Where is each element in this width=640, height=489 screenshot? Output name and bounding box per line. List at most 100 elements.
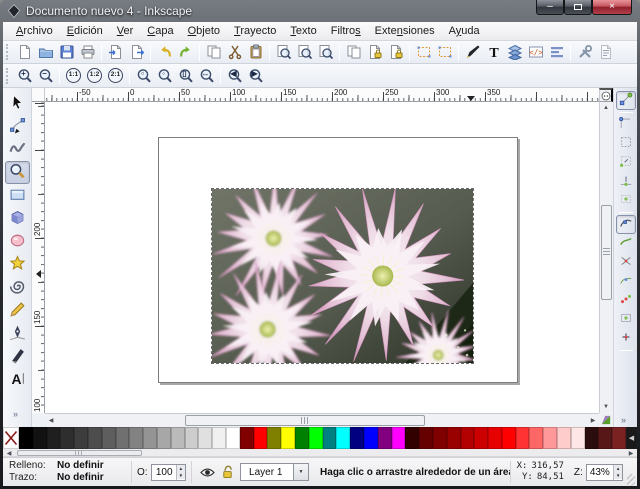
palette-swatch[interactable] bbox=[47, 427, 61, 449]
zoom-drawing-button[interactable] bbox=[294, 42, 315, 63]
palette-swatch[interactable] bbox=[516, 427, 530, 449]
scroll-right-button[interactable]: ▶ bbox=[587, 414, 599, 426]
tool-selector[interactable] bbox=[5, 92, 30, 115]
palette-swatch[interactable] bbox=[474, 427, 488, 449]
zoom-next-button[interactable]: ▶ bbox=[245, 65, 266, 86]
palette-scrollbar-thumb[interactable] bbox=[17, 450, 142, 456]
palette-swatch[interactable] bbox=[433, 427, 447, 449]
tool-zoom[interactable] bbox=[5, 161, 30, 184]
scroll-down-button[interactable]: ▼ bbox=[600, 401, 612, 413]
palette-swatch[interactable] bbox=[74, 427, 88, 449]
menu-item-archivo[interactable]: Archivo bbox=[9, 23, 60, 39]
tool-rectangle[interactable] bbox=[5, 184, 30, 207]
palette-swatch[interactable] bbox=[323, 427, 337, 449]
zoom-1-1-button[interactable]: 1:1 bbox=[63, 65, 84, 86]
paste-button[interactable] bbox=[245, 42, 266, 63]
zoom-page-button[interactable] bbox=[315, 42, 336, 63]
layer-dropdown-button[interactable]: ▼ bbox=[293, 464, 308, 480]
palette-swatch[interactable] bbox=[88, 427, 102, 449]
palette-swatch[interactable] bbox=[157, 427, 171, 449]
palette-scroll-left-button[interactable]: ◀ bbox=[626, 427, 637, 449]
palette-swatch[interactable] bbox=[116, 427, 130, 449]
palette-swatch[interactable] bbox=[19, 427, 33, 449]
tool-tweak[interactable] bbox=[5, 138, 30, 161]
zoom-selection-button[interactable]: ▫ bbox=[133, 65, 154, 86]
snap-paths[interactable] bbox=[616, 234, 636, 253]
close-button[interactable]: × bbox=[592, 0, 632, 15]
xml-editor-button[interactable] bbox=[525, 42, 546, 63]
palette-swatch[interactable] bbox=[185, 427, 199, 449]
palette-swatch[interactable] bbox=[378, 427, 392, 449]
tool-pencil[interactable] bbox=[5, 299, 30, 322]
palette-swatch[interactable] bbox=[350, 427, 364, 449]
snap-bbox-centers[interactable] bbox=[616, 191, 636, 210]
snap-bbox-midpoints[interactable] bbox=[616, 172, 636, 191]
palette-swatch[interactable] bbox=[392, 427, 406, 449]
snap-bbox-edges[interactable] bbox=[616, 134, 636, 153]
palette-swatch[interactable] bbox=[198, 427, 212, 449]
menu-item-ver[interactable]: Ver bbox=[110, 23, 141, 39]
palette-swatch[interactable] bbox=[502, 427, 516, 449]
zoom-page-width-button[interactable]: ↔ bbox=[196, 65, 217, 86]
clone-button[interactable] bbox=[364, 42, 385, 63]
palette-swatch[interactable] bbox=[571, 427, 585, 449]
edit-pattern-button[interactable] bbox=[434, 42, 455, 63]
text-dialog-button[interactable] bbox=[483, 42, 504, 63]
fill-stroke-button[interactable] bbox=[462, 42, 483, 63]
palette-swatch[interactable] bbox=[309, 427, 323, 449]
menu-item-extensiones[interactable]: Extensiones bbox=[368, 23, 442, 39]
fill-stroke-indicator[interactable]: Relleno:No definir Trazo:No definir bbox=[3, 460, 131, 484]
zoom-spinbox[interactable]: 43% ▲▼ bbox=[586, 464, 623, 481]
palette-swatch[interactable] bbox=[336, 427, 350, 449]
toolbox-overflow-button[interactable]: » bbox=[7, 408, 24, 420]
vertical-scrollbar-thumb[interactable] bbox=[601, 205, 612, 300]
palette-swatch[interactable] bbox=[60, 427, 74, 449]
vertical-ruler[interactable]: 20015010050 bbox=[32, 102, 45, 413]
menu-item-edicin[interactable]: Edición bbox=[60, 23, 110, 39]
tool-ellipse[interactable] bbox=[5, 230, 30, 253]
align-dialog-button[interactable] bbox=[546, 42, 567, 63]
snap-bbox[interactable] bbox=[616, 115, 636, 134]
unlink-clone-button[interactable] bbox=[385, 42, 406, 63]
cut-button[interactable] bbox=[224, 42, 245, 63]
snap-enable[interactable] bbox=[616, 91, 636, 110]
color-managed-view-toggle[interactable] bbox=[599, 413, 613, 427]
copy-button[interactable] bbox=[203, 42, 224, 63]
duplicate-button[interactable] bbox=[343, 42, 364, 63]
open-button[interactable] bbox=[35, 42, 56, 63]
tool-calligraphy[interactable] bbox=[5, 345, 30, 368]
horizontal-ruler[interactable]: -100-50050100150200250300350 bbox=[45, 88, 599, 102]
horizontal-scrollbar-thumb[interactable] bbox=[185, 415, 425, 426]
opacity-up-button[interactable]: ▲ bbox=[177, 465, 185, 472]
zoom-out-button[interactable]: − bbox=[35, 65, 56, 86]
layers-dialog-button[interactable] bbox=[504, 42, 525, 63]
redo-button[interactable] bbox=[175, 42, 196, 63]
palette-swatch[interactable] bbox=[102, 427, 116, 449]
zoom-1-2-button[interactable]: 1:2 bbox=[84, 65, 105, 86]
zoom-in-button[interactable]: + bbox=[14, 65, 35, 86]
zoom-drawing-button[interactable]: ◦ bbox=[154, 65, 175, 86]
zoom-page-button[interactable]: ▯ bbox=[175, 65, 196, 86]
document-properties-button[interactable] bbox=[595, 42, 616, 63]
tool-bezier[interactable] bbox=[5, 322, 30, 345]
palette-swatch[interactable] bbox=[240, 427, 254, 449]
tool-star[interactable] bbox=[5, 253, 30, 276]
palette-swatch[interactable] bbox=[598, 427, 612, 449]
sticky-zoom-toggle-button[interactable] bbox=[599, 88, 613, 102]
snap-cusp-nodes[interactable] bbox=[616, 272, 636, 291]
zoom-2-1-button[interactable]: 2:1 bbox=[105, 65, 126, 86]
drawing-canvas[interactable] bbox=[45, 102, 599, 413]
zoom-down-button[interactable]: ▼ bbox=[614, 472, 622, 479]
export-button[interactable] bbox=[126, 42, 147, 63]
snap-line-midpoints[interactable] bbox=[616, 291, 636, 310]
preferences-button[interactable] bbox=[574, 42, 595, 63]
palette-swatch[interactable] bbox=[585, 427, 599, 449]
snap-bbox-corners[interactable] bbox=[616, 153, 636, 172]
undo-button[interactable] bbox=[154, 42, 175, 63]
window-resize-grip[interactable] bbox=[627, 474, 635, 486]
menu-item-objeto[interactable]: Objeto bbox=[181, 23, 227, 39]
palette-swatch[interactable] bbox=[212, 427, 226, 449]
palette-swatch[interactable] bbox=[171, 427, 185, 449]
palette-swatch[interactable] bbox=[488, 427, 502, 449]
palette-swatch[interactable] bbox=[254, 427, 268, 449]
